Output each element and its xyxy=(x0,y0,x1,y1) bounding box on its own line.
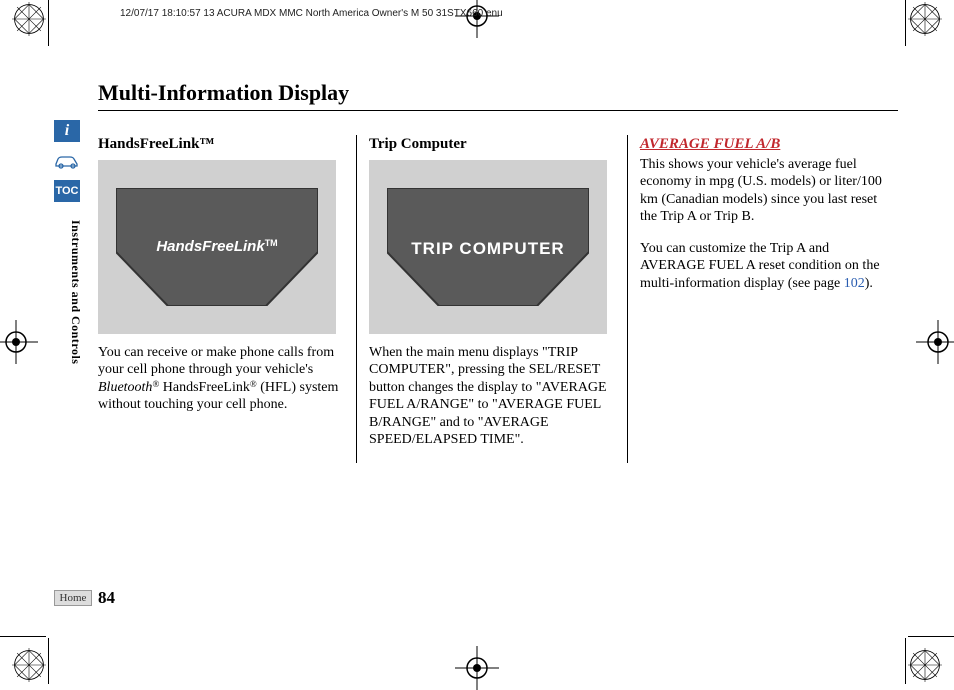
crop-mark-icon xyxy=(455,646,499,690)
trim-line xyxy=(905,638,906,684)
registration-mark-icon xyxy=(908,2,942,36)
print-header: 12/07/17 18:10:57 13 ACURA MDX MMC North… xyxy=(120,8,503,19)
crop-mark-icon xyxy=(0,320,38,364)
display-illustration-trip: TRIP COMPUTER xyxy=(369,160,607,334)
col3-p1: This shows your vehicle's average fuel e… xyxy=(640,156,886,226)
display-text-hfl: HandsFreeLinkTM xyxy=(98,238,336,257)
display-text-trip: TRIP COMPUTER xyxy=(369,238,607,259)
registration-mark-icon xyxy=(908,648,942,682)
column-average-fuel: AVERAGE FUEL A/B This shows your vehicle… xyxy=(627,135,898,463)
trim-line xyxy=(48,0,49,46)
col3-p2: You can customize the Trip A and AVERAGE… xyxy=(640,240,886,293)
home-tab[interactable]: Home xyxy=(54,590,92,606)
page-link-102[interactable]: 102 xyxy=(844,276,865,291)
toc-tab[interactable]: TOC xyxy=(54,180,80,202)
crop-mark-icon xyxy=(455,0,499,38)
trim-line xyxy=(0,636,46,637)
car-icon-tab[interactable] xyxy=(54,150,80,172)
trim-line xyxy=(908,636,954,637)
display-illustration-hfl: HandsFreeLinkTM xyxy=(98,160,336,334)
col1-heading: HandsFreeLink™ xyxy=(98,135,344,154)
registration-mark-icon xyxy=(12,2,46,36)
trim-line xyxy=(48,638,49,684)
crop-mark-icon xyxy=(916,320,954,364)
page-number: 84 xyxy=(98,588,115,608)
column-trip-computer: Trip Computer TRIP COMPUTER When the mai… xyxy=(356,135,627,463)
page-title: Multi-Information Display xyxy=(98,80,898,111)
col1-body: You can receive or make phone calls from… xyxy=(98,344,344,414)
trim-line xyxy=(905,0,906,46)
col2-heading: Trip Computer xyxy=(369,135,615,154)
col3-heading[interactable]: AVERAGE FUEL A/B xyxy=(640,135,886,154)
section-label: Instruments and Controls xyxy=(68,220,83,364)
registration-mark-icon xyxy=(12,648,46,682)
column-handsfreelink: HandsFreeLink™ HandsFreeLinkTM You can r… xyxy=(98,135,356,463)
col2-body: When the main menu displays "TRIP COMPUT… xyxy=(369,344,615,449)
info-tab[interactable]: i xyxy=(54,120,80,142)
